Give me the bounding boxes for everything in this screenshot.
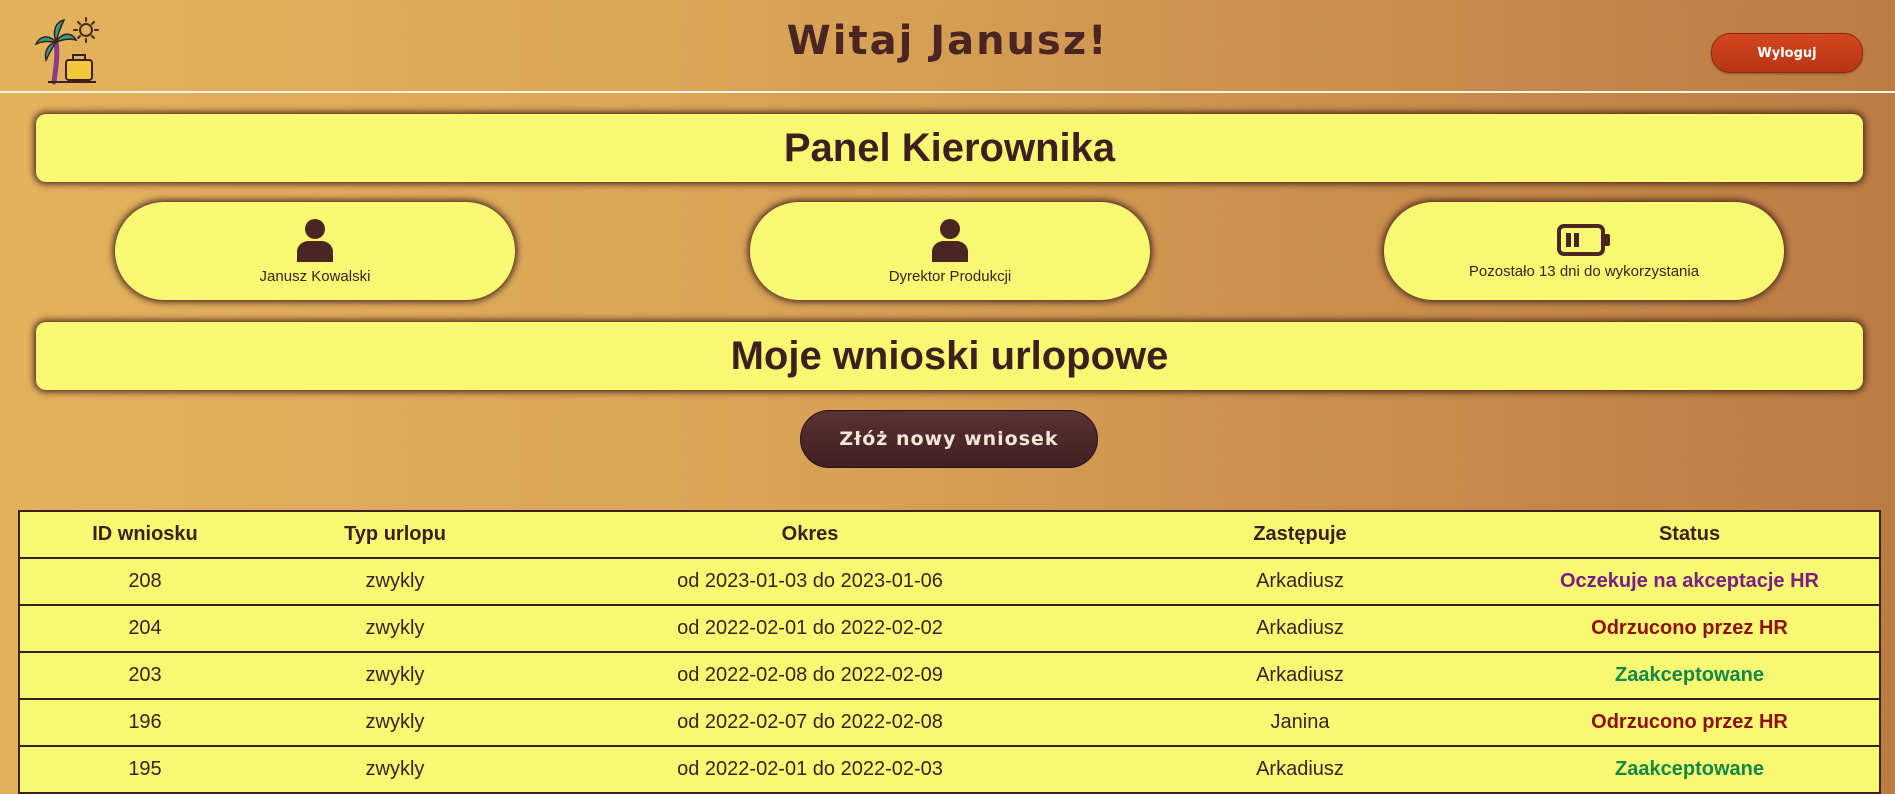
column-header-replaces: Zastępuje	[1100, 510, 1500, 559]
cell-replaces: Arkadiusz	[1100, 745, 1500, 794]
panel-title: Panel Kierownika	[36, 114, 1863, 182]
column-header-type: Typ urlopu	[270, 510, 520, 559]
remaining-days-card: Pozostało 13 dni do wykorzystania	[1384, 202, 1784, 300]
top-header: Witaj Janusz! Wyloguj	[0, 0, 1895, 93]
user-icon	[297, 218, 333, 262]
cell-type: zwykly	[270, 604, 520, 653]
battery-low-icon	[1557, 223, 1610, 256]
cell-period: od 2023-01-03 do 2023-01-06	[520, 557, 1100, 606]
requests-section-title: Moje wnioski urlopowe	[36, 322, 1863, 390]
table-row: 203 zwykly od 2022-02-08 do 2022-02-09 A…	[19, 651, 1880, 700]
cell-status: Zaakceptowane	[1500, 745, 1880, 794]
cell-replaces: Janina	[1100, 698, 1500, 747]
column-header-period: Okres	[520, 510, 1100, 559]
requests-table: ID wniosku Typ urlopu Okres Zastępuje St…	[18, 510, 1881, 794]
cell-status: Zaakceptowane	[1500, 651, 1880, 700]
table-row: 195 zwykly od 2022-02-01 do 2022-02-03 A…	[19, 745, 1880, 794]
table-row: 208 zwykly od 2023-01-03 do 2023-01-06 A…	[19, 557, 1880, 606]
cell-period: od 2022-02-07 do 2022-02-08	[520, 698, 1100, 747]
cell-period: od 2022-02-01 do 2022-02-02	[520, 604, 1100, 653]
welcome-title: Witaj Janusz!	[786, 18, 1109, 64]
cell-type: zwykly	[270, 745, 520, 794]
user-role-card: Dyrektor Produkcji	[750, 202, 1150, 300]
user-name: Janusz Kowalski	[259, 267, 371, 285]
column-header-status: Status	[1500, 510, 1880, 559]
cell-period: od 2022-02-01 do 2022-02-03	[520, 745, 1100, 794]
cell-id: 203	[19, 651, 270, 700]
remaining-days-text: Pozostało 13 dni do wykorzystania	[1468, 262, 1700, 280]
cell-id: 204	[19, 604, 270, 653]
user-role: Dyrektor Produkcji	[888, 267, 1012, 285]
column-header-id: ID wniosku	[19, 510, 270, 559]
cell-replaces: Arkadiusz	[1100, 604, 1500, 653]
cell-id: 196	[19, 698, 270, 747]
cell-id: 208	[19, 557, 270, 606]
user-icon	[932, 218, 968, 262]
cell-status: Oczekuje na akceptacje HR	[1500, 557, 1880, 606]
table-row: 196 zwykly od 2022-02-07 do 2022-02-08 J…	[19, 698, 1880, 747]
cell-period: od 2022-02-08 do 2022-02-09	[520, 651, 1100, 700]
logout-button[interactable]: Wyloguj	[1711, 33, 1863, 73]
cell-type: zwykly	[270, 698, 520, 747]
cell-replaces: Arkadiusz	[1100, 557, 1500, 606]
cell-id: 195	[19, 745, 270, 794]
table-row: 204 zwykly od 2022-02-01 do 2022-02-02 A…	[19, 604, 1880, 653]
cell-type: zwykly	[270, 557, 520, 606]
user-name-card: Janusz Kowalski	[115, 202, 515, 300]
cell-status: Odrzucono przez HR	[1500, 698, 1880, 747]
cell-type: zwykly	[270, 651, 520, 700]
cell-status: Odrzucono przez HR	[1500, 604, 1880, 653]
new-request-button[interactable]: Złóż nowy wniosek	[800, 410, 1098, 468]
cell-replaces: Arkadiusz	[1100, 651, 1500, 700]
table-header-row: ID wniosku Typ urlopu Okres Zastępuje St…	[19, 510, 1880, 559]
